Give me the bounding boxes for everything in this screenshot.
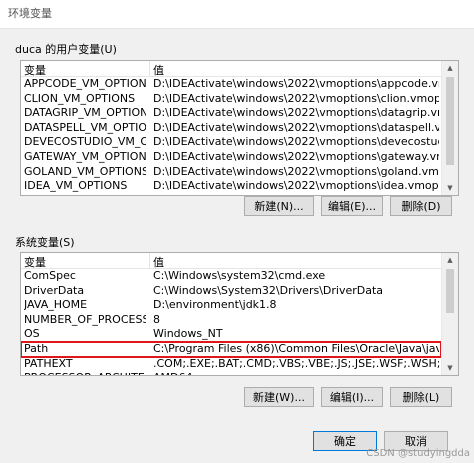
variable-name: DEVECOSTUDIO_VM_OPTI...	[24, 135, 146, 149]
variable-value: 8	[153, 312, 160, 326]
table-row[interactable]: OS Windows_NT	[21, 327, 441, 342]
system-edit-button[interactable]: 编辑(I)...	[321, 387, 383, 407]
variable-name: OS	[24, 327, 40, 341]
table-row[interactable]: GATEWAY_VM_OPTIONS D:\IDEActivate\windows…	[21, 150, 441, 165]
variable-value: D:\IDEActivate\windows\2022\vmoptions\da…	[153, 120, 439, 134]
column-divider[interactable]	[149, 253, 150, 268]
table-row[interactable]: PATHEXT .COM;.EXE;.BAT;.CMD;.VBS;.VBE;.JS…	[21, 357, 441, 372]
table-row[interactable]: NUMBER_OF_PROCESSORS 8	[21, 313, 441, 328]
system-rows: ComSpec C:\Windows\system32\cmd.exe Driver…	[21, 269, 442, 375]
variable-name: CLION_VM_OPTIONS	[24, 91, 136, 105]
column-divider[interactable]	[149, 61, 150, 76]
variable-value: D:\IDEActivate\windows\2022\vmoptions\id…	[153, 179, 439, 193]
table-row[interactable]: JAVA_HOME D:\environment\jdk1.8	[21, 298, 441, 313]
scroll-down-arrow-icon[interactable]: ▼	[442, 181, 458, 195]
user-edit-button[interactable]: 编辑(E)...	[321, 196, 383, 216]
user-list-header: 变量 值	[21, 61, 441, 77]
variable-name: IDEA_VM_OPTIONS	[24, 179, 128, 193]
variable-value: D:\IDEActivate\windows\2022\vmoptions\de…	[153, 135, 439, 149]
column-header-variable[interactable]: 变量	[24, 62, 46, 78]
user-delete-button[interactable]: 删除(D)	[390, 196, 452, 216]
variable-value: D:\IDEActivate\windows\2022\vmoptions\da…	[153, 106, 439, 120]
system-delete-button[interactable]: 删除(L)	[390, 387, 452, 407]
table-row[interactable]: DriverData C:\Windows\System32\Drivers\Dr…	[21, 284, 441, 299]
variable-name: GATEWAY_VM_OPTIONS	[24, 149, 146, 163]
variable-name: APPCODE_VM_OPTIONS	[24, 77, 146, 90]
variable-name: ComSpec	[24, 269, 76, 282]
table-row[interactable]: PROCESSOR_ARCHITECTURE AMD64	[21, 371, 441, 375]
scrollbar-thumb[interactable]	[446, 77, 454, 165]
variable-name: NUMBER_OF_PROCESSORS	[24, 312, 146, 326]
variable-name: DriverData	[24, 283, 85, 297]
system-variables-list[interactable]: 变量 值 ComSpec C:\Windows\system32\cmd.exe D…	[20, 252, 459, 376]
variable-name: PATHEXT	[24, 356, 73, 370]
table-row[interactable]: DEVECOSTUDIO_VM_OPTI... D:\IDEActivate\wi…	[21, 135, 441, 150]
column-header-value[interactable]: 值	[153, 254, 164, 270]
user-new-button[interactable]: 新建(N)...	[244, 196, 314, 216]
variable-value: Windows_NT	[153, 327, 223, 341]
system-list-scrollbar[interactable]: ▲ ▼	[441, 253, 458, 375]
variable-value: D:\environment\jdk1.8	[153, 298, 277, 312]
variable-value: D:\IDEActivate\windows\2022\vmoptions\ga…	[153, 149, 439, 163]
variable-value: D:\IDEActivate\windows\2022\vmoptions\go…	[153, 164, 439, 178]
variable-value: C:\Windows\System32\Drivers\DriverData	[153, 283, 384, 297]
window-title: 环境变量	[8, 7, 52, 20]
variable-value: D:\IDEActivate\windows\2022\vmoptions\ap…	[153, 77, 439, 90]
scroll-up-arrow-icon[interactable]: ▲	[442, 61, 458, 75]
table-row[interactable]: APPCODE_VM_OPTIONS D:\IDEActivate\windows…	[21, 77, 441, 92]
table-row[interactable]: DATASPELL_VM_OPTIONS D:\IDEActivate\windo…	[21, 121, 441, 136]
table-row[interactable]: GOLAND_VM_OPTIONS D:\IDEActivate\windows\…	[21, 165, 441, 180]
system-new-button[interactable]: 新建(W)...	[244, 387, 314, 407]
user-variables-list[interactable]: 变量 值 APPCODE_VM_OPTIONS D:\IDEActivate\wi…	[20, 60, 459, 196]
title-bar: 环境变量	[0, 0, 474, 29]
table-row[interactable]: DATAGRIP_VM_OPTIONS D:\IDEActivate\window…	[21, 106, 441, 121]
user-variables-label: duca 的用户变量(U)	[15, 43, 117, 56]
table-row[interactable]: Path C:\Program Files (x86)\Common Files\…	[21, 340, 442, 358]
variable-value: C:\Windows\system32\cmd.exe	[153, 269, 326, 282]
watermark: CSDN @studyingdda	[366, 448, 470, 459]
table-row[interactable]: CLION_VM_OPTIONS D:\IDEActivate\windows\2…	[21, 92, 441, 107]
column-header-variable[interactable]: 变量	[24, 254, 46, 270]
variable-name: PROCESSOR_ARCHITECTURE	[24, 371, 146, 375]
variable-value: C:\Program Files (x86)\Common Files\Orac…	[153, 341, 439, 355]
variable-value: .COM;.EXE;.BAT;.CMD;.VBS;.VBE;.JS;.JSE;.…	[153, 356, 439, 370]
scroll-down-arrow-icon[interactable]: ▼	[442, 361, 458, 375]
scrollbar-thumb[interactable]	[446, 269, 454, 313]
system-variables-label: 系统变量(S)	[15, 236, 75, 249]
variable-name: JAVA_HOME	[24, 298, 88, 312]
user-rows: APPCODE_VM_OPTIONS D:\IDEActivate\windows…	[21, 77, 441, 194]
system-list-header: 变量 值	[21, 253, 441, 269]
column-header-value[interactable]: 值	[153, 62, 164, 78]
variable-name: Path	[24, 341, 49, 355]
table-row[interactable]: IDEA_VM_OPTIONS D:\IDEActivate\windows\20…	[21, 179, 441, 194]
variable-name: GOLAND_VM_OPTIONS	[24, 164, 146, 178]
table-row[interactable]: ComSpec C:\Windows\system32\cmd.exe	[21, 269, 441, 284]
variable-name: DATAGRIP_VM_OPTIONS	[24, 106, 146, 120]
variable-name: DATASPELL_VM_OPTIONS	[24, 120, 146, 134]
scroll-up-arrow-icon[interactable]: ▲	[442, 253, 458, 267]
variable-value: AMD64	[153, 371, 439, 375]
user-list-scrollbar[interactable]: ▲ ▼	[441, 61, 458, 195]
variable-value: D:\IDEActivate\windows\2022\vmoptions\cl…	[153, 91, 439, 105]
